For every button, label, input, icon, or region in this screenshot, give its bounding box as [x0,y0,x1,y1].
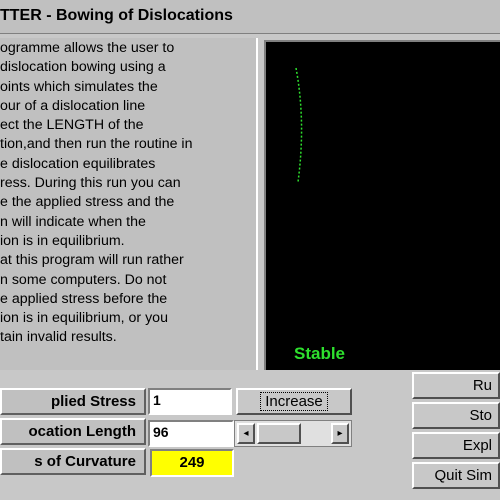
info-panel: ogramme allows the user to dislocation b… [0,38,258,370]
title-bar: TTER - Bowing of Dislocations [0,0,500,34]
stop-button[interactable]: Sto [412,402,500,429]
scroll-right-icon[interactable]: ▸ [331,423,349,444]
dislocation-line-plot [295,67,303,183]
simulation-display: Stable [264,40,500,370]
info-line: e dislocation equilibrates [0,155,156,172]
info-line: ect the LENGTH of the [0,117,144,134]
increase-button[interactable]: Increase [236,388,352,415]
dislocation-length-field[interactable]: 96 [148,420,234,447]
radius-of-curvature-value: 249 [150,449,234,477]
info-line: n some computers. Do not [0,271,167,288]
run-button[interactable]: Ru [412,372,500,399]
info-line: oints which simulates the [0,78,158,95]
explain-button[interactable]: Expl [412,432,500,459]
status-label: Stable [294,344,346,363]
info-line: tain invalid results. [0,329,117,346]
length-scrollbar[interactable]: ◂ ▸ [234,420,352,447]
info-line: our of a dislocation line [0,97,146,114]
dislocation-length-label: ocation Length [0,418,146,445]
window-title: TTER - Bowing of Dislocations [0,7,233,24]
scroll-left-icon[interactable]: ◂ [237,423,255,444]
applied-stress-field[interactable]: 1 [148,388,232,415]
info-line: e applied stress before the [0,290,168,307]
info-line: e the applied stress and the [0,194,175,211]
info-line: ress. During this run you can [0,175,181,192]
info-line: n will indicate when the [0,213,146,230]
applied-stress-label: plied Stress [0,388,146,415]
dislocation-line [295,67,303,183]
info-line: at this program will run rather [0,252,184,269]
info-line: tion,and then run the routine in [0,136,193,153]
radius-of-curvature-label: s of Curvature [0,448,146,475]
info-line: dislocation bowing using a [0,59,166,76]
info-line: ion is in equilibrium. [0,232,125,249]
quit-button[interactable]: Quit Sim [412,462,500,489]
scroll-thumb[interactable] [257,423,301,444]
increase-button-label: Increase [260,392,328,411]
info-line: ion is in equilibrium, or you [0,310,168,327]
info-line: ogramme allows the user to [0,40,175,56]
